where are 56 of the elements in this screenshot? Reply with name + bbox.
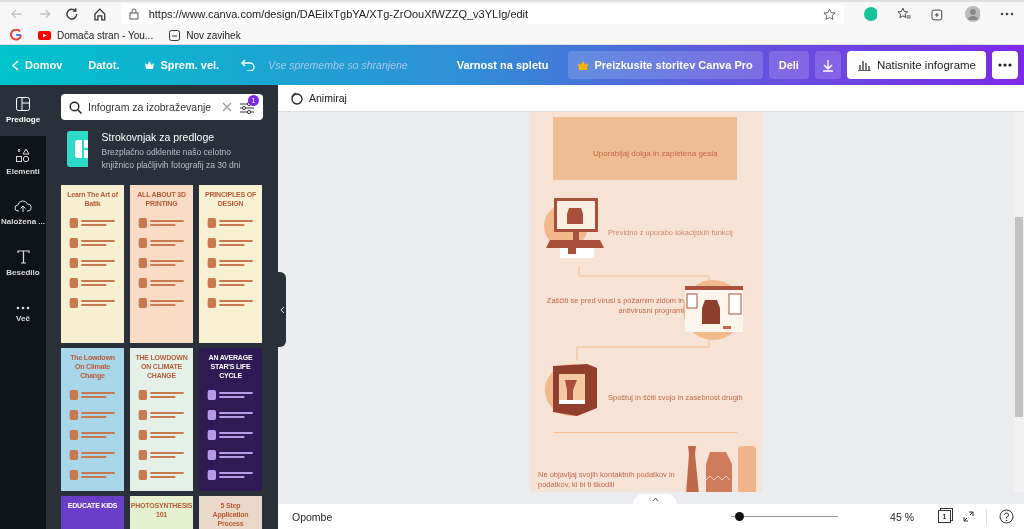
browser-window-drawing (683, 280, 745, 340)
google-icon[interactable] (10, 29, 22, 41)
bookmark[interactable]: Domača stran - You... (38, 29, 154, 41)
bookmark[interactable]: Nov zavihek (169, 29, 241, 41)
notes-button[interactable]: Opombe (286, 509, 339, 524)
filter-icon[interactable] (240, 100, 254, 114)
scrollbar-thumb[interactable] (1015, 217, 1023, 417)
promo-title[interactable]: Strokovnjak za predloge (101, 131, 263, 143)
promo-text: Brezplačno odklenite našo celotno knjižnico plačljivih fotografij za 30 dni (101, 146, 242, 172)
page-count-button[interactable]: 1 (938, 510, 951, 523)
share-button[interactable]: Deli (768, 51, 809, 79)
chevron-up-icon (651, 497, 659, 501)
shapes-icon (15, 147, 31, 163)
download-button[interactable] (814, 51, 841, 79)
text-icon (16, 250, 30, 264)
crown-icon (145, 61, 155, 69)
chevron-left-icon (279, 305, 285, 314)
profile-avatar[interactable] (964, 6, 981, 22)
zoom-level[interactable]: 45 % (890, 510, 914, 523)
layout-icon (16, 97, 30, 111)
help-icon[interactable] (999, 509, 1014, 524)
reload-icon[interactable] (65, 7, 79, 21)
print-button[interactable]: Natisnite infograme (846, 51, 986, 79)
collections-icon[interactable] (931, 7, 945, 21)
video-icon (38, 30, 51, 40)
favorites-icon[interactable] (897, 7, 912, 21)
clear-icon[interactable] (222, 102, 232, 112)
search-icon (69, 100, 82, 114)
chevron-left-icon (12, 59, 19, 71)
step-text: Uporabljaj dolga in zapletena gesla (593, 149, 718, 158)
bar-chart-icon (856, 59, 871, 71)
document-title[interactable]: Varnost na spletu (456, 59, 549, 71)
home-icon[interactable] (93, 7, 107, 21)
more-button[interactable] (992, 51, 1018, 79)
pro-trial-button[interactable]: Preizkusite storitev Canva Pro (568, 51, 763, 79)
tab-icon (169, 29, 181, 41)
favorite-icon[interactable] (822, 7, 836, 21)
download-icon (821, 58, 834, 72)
animate-button[interactable]: Animiraj (284, 90, 353, 106)
cloud-upload-icon (14, 199, 32, 213)
more-icon (998, 63, 1012, 67)
fullscreen-icon[interactable] (963, 511, 974, 522)
address-bar[interactable]: https://www.canva.com/design/DAEiIxTgbYA/XTg-ZrOouXfWZZQ_v3YLIg/edit (120, 4, 844, 24)
slider-thumb[interactable] (734, 512, 744, 521)
save-status: Vse spremembe so shranjene (268, 59, 408, 71)
undo-icon[interactable] (241, 59, 257, 71)
more-icon[interactable] (1000, 12, 1014, 16)
more-icon (16, 306, 30, 310)
animate-icon (290, 91, 303, 105)
collapse-handle[interactable] (278, 272, 286, 347)
crown-icon (578, 60, 589, 70)
lock-icon (128, 8, 139, 20)
template-icon (67, 131, 89, 167)
sidebar-tab[interactable]: Predloge (0, 85, 46, 136)
url-text: https://www.canva.com/design/DAEiIxTgbYA/XTg-ZrOouXfWZZQ_v3YLIg/edit (148, 8, 530, 20)
infographic-page[interactable] (530, 112, 762, 492)
